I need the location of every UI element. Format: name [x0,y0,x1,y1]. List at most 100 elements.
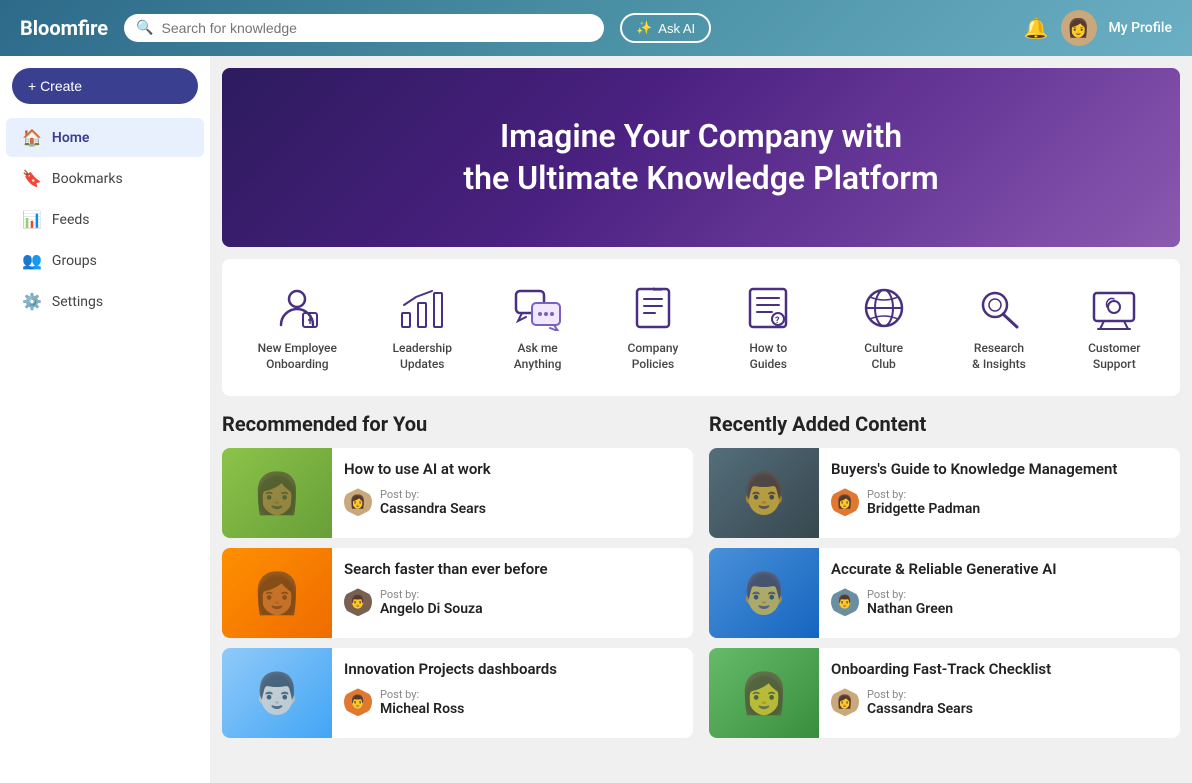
recommended-card-2[interactable]: 👨🏻 Innovation Projects dashboards 👨 Post… [222,648,693,738]
category-company-policies[interactable]: CompanyPolicies [611,275,695,380]
recent-author-info-0: Post by: Bridgette Padman [867,488,980,517]
post-by-1: 👨 Post by: Angelo Di Souza [344,588,681,617]
layout: + Create 🏠 Home 🔖 Bookmarks 📊 Feeds 👥 Gr… [0,56,1192,783]
recent-card-image-2: 👩 [709,648,819,738]
ask-me-icon [508,283,568,333]
recent-post-by-2: 👩 Post by: Cassandra Sears [831,688,1168,717]
search-icon: 🔍 [136,20,153,36]
recent-person-image-2: 👩 [739,670,789,717]
author-info-2: Post by: Micheal Ross [380,688,464,717]
category-leadership[interactable]: LeadershipUpdates [380,275,464,380]
person-image-2: 👨🏻 [252,670,302,717]
recent-author-avatar-2: 👩 [831,688,859,716]
author-avatar-1: 👨 [344,588,372,616]
recent-person-image-1: 👨 [739,570,789,617]
svg-text:?: ? [775,316,780,326]
settings-icon: ⚙️ [22,292,42,311]
company-policies-icon [623,283,683,333]
post-label-0: Post by: [380,488,486,501]
sidebar-item-feeds[interactable]: 📊 Feeds [6,200,204,239]
recent-person-image-0: 👨 [739,470,789,517]
card-image-1: 👩🏾 [222,548,332,638]
category-new-employee[interactable]: New EmployeeOnboarding [246,275,349,380]
customer-support-icon [1084,283,1144,333]
create-button[interactable]: + Create [12,68,198,104]
recent-author-name-1: Nathan Green [867,601,953,617]
research-icon [969,283,1029,333]
recent-card-2[interactable]: 👩 Onboarding Fast-Track Checklist 👩 Post… [709,648,1180,738]
sidebar-label-groups: Groups [52,253,97,269]
ai-sparkle-icon: ✨ [636,20,652,36]
ask-ai-button[interactable]: ✨ Ask AI [620,13,711,43]
author-name-2: Micheal Ross [380,701,464,717]
author-name-0: Cassandra Sears [380,501,486,517]
category-label-research: Research& Insights [972,341,1026,372]
leadership-icon [392,283,452,333]
recent-author-avatar-1: 👨 [831,588,859,616]
card-body-2: Innovation Projects dashboards 👨 Post by… [332,648,693,738]
recent-card-body-0: Buyers's Guide to Knowledge Management 👩… [819,448,1180,538]
person-image-0: 👩🏾 [252,470,302,517]
card-body-1: Search faster than ever before 👨 Post by… [332,548,693,638]
category-label-customer-support: CustomerSupport [1088,341,1140,372]
culture-icon [854,283,914,333]
hero-banner: Imagine Your Company with the Ultimate K… [222,68,1180,247]
profile-label[interactable]: My Profile [1109,20,1172,36]
ask-ai-label: Ask AI [658,21,695,36]
recent-card-title-0: Buyers's Guide to Knowledge Management [831,460,1168,480]
recent-card-0[interactable]: 👨 Buyers's Guide to Knowledge Management… [709,448,1180,538]
post-label-1: Post by: [380,588,483,601]
search-input[interactable] [162,20,593,36]
recently-added-section: Recently Added Content 👨 Buyers's Guide … [709,412,1180,748]
post-by-2: 👨 Post by: Micheal Ross [344,688,681,717]
how-to-icon: ? [738,283,798,333]
sidebar-item-settings[interactable]: ⚙️ Settings [6,282,204,321]
category-label-company-policies: CompanyPolicies [628,341,679,372]
recommended-title: Recommended for You [222,412,693,436]
post-label-2: Post by: [380,688,464,701]
card-image-0: 👩🏾 [222,448,332,538]
recommended-card-1[interactable]: 👩🏾 Search faster than ever before 👨 Post… [222,548,693,638]
content-sections: Recommended for You 👩🏾 How to use AI at … [210,396,1192,764]
recent-post-by-1: 👨 Post by: Nathan Green [831,588,1168,617]
recent-post-by-0: 👩 Post by: Bridgette Padman [831,488,1168,517]
category-ask-me[interactable]: Ask meAnything [496,275,580,380]
recent-card-image-1: 👨 [709,548,819,638]
sidebar-item-bookmarks[interactable]: 🔖 Bookmarks [6,159,204,198]
recommended-section: Recommended for You 👩🏾 How to use AI at … [222,412,693,748]
sidebar-item-home[interactable]: 🏠 Home [6,118,204,157]
sidebar: + Create 🏠 Home 🔖 Bookmarks 📊 Feeds 👥 Gr… [0,56,210,783]
sidebar-label-bookmarks: Bookmarks [52,171,123,187]
card-body-0: How to use AI at work 👩 Post by: Cassand… [332,448,693,538]
sidebar-label-home: Home [52,130,90,146]
bookmark-icon: 🔖 [22,169,42,188]
groups-icon: 👥 [22,251,42,270]
category-customer-support[interactable]: CustomerSupport [1072,275,1156,380]
category-label-culture: CultureClub [864,341,903,372]
author-info-0: Post by: Cassandra Sears [380,488,486,517]
recent-card-title-2: Onboarding Fast-Track Checklist [831,660,1168,680]
avatar[interactable]: 👩 [1061,10,1097,46]
category-culture[interactable]: CultureClub [842,275,926,380]
category-row: New EmployeeOnboarding LeadershipUpdates [222,259,1180,396]
sidebar-label-settings: Settings [52,294,103,310]
notification-bell-icon[interactable]: 🔔 [1024,16,1049,40]
recent-card-title-1: Accurate & Reliable Generative AI [831,560,1168,580]
category-research[interactable]: Research& Insights [957,275,1041,380]
card-title-0: How to use AI at work [344,460,681,480]
sidebar-item-groups[interactable]: 👥 Groups [6,241,204,280]
recent-card-image-0: 👨 [709,448,819,538]
author-name-1: Angelo Di Souza [380,601,483,617]
sidebar-label-feeds: Feeds [52,212,90,228]
category-how-to[interactable]: ? How toGuides [726,275,810,380]
recent-author-name-2: Cassandra Sears [867,701,973,717]
recommended-card-0[interactable]: 👩🏾 How to use AI at work 👩 Post by: Cass… [222,448,693,538]
recent-post-label-1: Post by: [867,588,953,601]
feeds-icon: 📊 [22,210,42,229]
recent-author-info-2: Post by: Cassandra Sears [867,688,973,717]
category-label-how-to: How toGuides [749,341,787,372]
post-by-0: 👩 Post by: Cassandra Sears [344,488,681,517]
category-label-leadership: LeadershipUpdates [393,341,452,372]
recent-card-1[interactable]: 👨 Accurate & Reliable Generative AI 👨 Po… [709,548,1180,638]
category-label-new-employee: New EmployeeOnboarding [258,341,337,372]
